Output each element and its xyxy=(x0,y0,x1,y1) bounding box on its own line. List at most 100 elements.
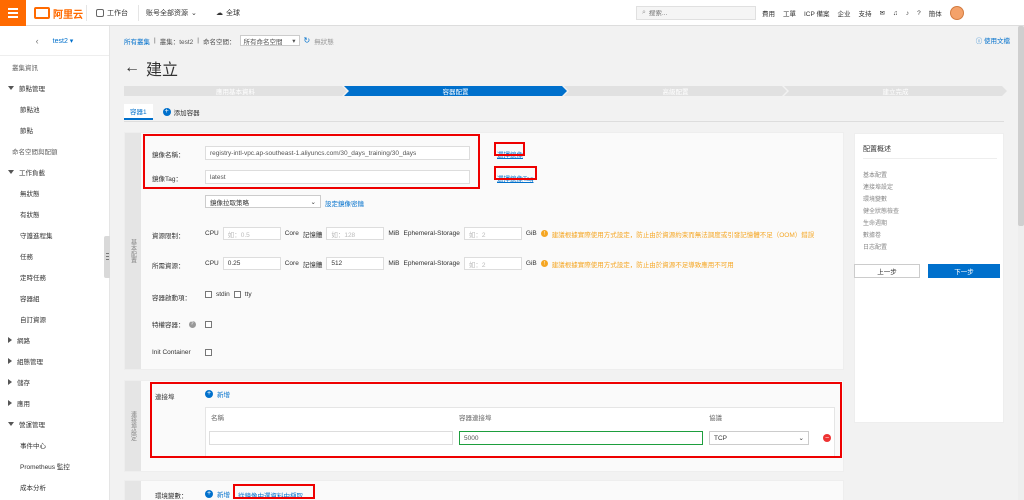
summary-item-health[interactable]: 健全狀態檢查 xyxy=(863,206,899,215)
avatar[interactable] xyxy=(949,6,964,20)
privileged-checkbox[interactable] xyxy=(205,321,212,328)
sidebar-item[interactable]: 守護進程集 xyxy=(0,224,109,245)
bell-icon[interactable]: ♫ xyxy=(893,10,898,17)
summary-item-port[interactable]: 連接埠設定 xyxy=(863,182,893,191)
sidebar-item[interactable]: 網路 xyxy=(0,329,109,350)
search-box[interactable]: ⌕ xyxy=(636,6,756,20)
sidebar-item[interactable]: 成本分析 xyxy=(0,476,109,497)
stdin-checkbox[interactable] xyxy=(205,291,212,298)
help-circle-icon[interactable]: ? xyxy=(188,320,196,328)
namespace-select[interactable]: 所有命名空間 ▾ xyxy=(239,35,300,46)
ticket-link[interactable]: 工單 xyxy=(783,8,796,18)
summary-item-volume[interactable]: 數據卷 xyxy=(863,230,881,239)
sidebar-item-label: 容器組 xyxy=(20,295,40,303)
sidebar-item-label: 應用 xyxy=(17,400,30,408)
notification-icon[interactable]: ♪ xyxy=(906,10,909,17)
next-button[interactable]: 下一步 xyxy=(928,264,1000,278)
tab-container1[interactable]: 容器1 xyxy=(124,104,153,120)
request-eph-input[interactable]: 如：2 xyxy=(463,257,522,270)
sidebar-item-label: 組態管理 xyxy=(17,358,43,366)
globe-icon: ☁ xyxy=(216,10,223,17)
step-container: 容器配置 xyxy=(344,86,567,96)
sidebar-item[interactable]: 節點池 xyxy=(0,98,109,119)
env-side-label xyxy=(125,481,141,500)
sidebar-item[interactable]: 營運管理 xyxy=(0,413,109,434)
startup-options: stdin tty xyxy=(205,291,252,298)
add-env-button[interactable]: + 新增 xyxy=(205,489,230,499)
sidebar-item[interactable]: 工作負載 xyxy=(0,161,109,182)
sidebar-item[interactable]: 無狀態 xyxy=(0,182,109,203)
limit-warning-text: 建議根據實際使用方式設定，防止由於資源約束而無法調度或引發記憶體不足（OOM）錯… xyxy=(551,231,815,239)
sidebar-item[interactable]: 叢集資訊 xyxy=(0,56,109,77)
sidebar-item-label: 守護進程集 xyxy=(20,232,53,240)
fee-link[interactable]: 費用 xyxy=(762,8,775,18)
page-scrollbar[interactable] xyxy=(1018,26,1024,500)
sidebar-item-label: 有狀態 xyxy=(20,211,40,219)
init-container-checkbox[interactable] xyxy=(205,349,212,356)
request-mem-input[interactable]: 512 xyxy=(326,257,385,270)
sidebar-item[interactable]: 應用 xyxy=(0,392,109,413)
account-dropdown[interactable]: 账号全部资源 ⌄ xyxy=(146,0,197,26)
sidebar-nav: 叢集資訊節點管理節點池 節點 命名空間與配額 工作負載 無狀態有狀態守護進程集任務 定時任… xyxy=(0,56,109,497)
sidebar-item-label: 成本分析 xyxy=(20,484,46,492)
sidebar-item[interactable]: 有狀態 xyxy=(0,203,109,224)
sidebar-item[interactable]: 定時任務 xyxy=(0,266,109,287)
sidebar-item-label: 節點管理 xyxy=(19,85,45,93)
summary-item-lifecycle[interactable]: 生命週期 xyxy=(863,218,887,227)
refresh-icon[interactable]: ↻ xyxy=(304,36,311,45)
menu-icon[interactable] xyxy=(0,0,26,26)
breadcrumb-back-link[interactable]: 無狀態 xyxy=(314,36,334,46)
sidebar-item-label: 叢集資訊 xyxy=(12,64,38,72)
support-link[interactable]: 支持 xyxy=(859,8,872,18)
cluster-switcher[interactable]: test2 ▾ xyxy=(53,37,74,45)
caret-right-icon xyxy=(8,399,12,406)
sidebar-item[interactable]: 事件中心 xyxy=(0,434,109,455)
workbench-link[interactable]: 工作台 xyxy=(96,0,128,26)
sidebar-item[interactable]: 組態管理 xyxy=(0,350,109,371)
chevron-down-icon: ⌄ xyxy=(191,10,197,17)
highlight-box-env xyxy=(233,484,315,499)
sidebar-item[interactable]: 節點 xyxy=(0,119,109,140)
enterprise-link[interactable]: 企业 xyxy=(838,8,851,18)
tty-checkbox[interactable] xyxy=(233,291,241,298)
limit-mem-input[interactable]: 如：128 xyxy=(326,227,385,240)
back-arrow-icon[interactable]: ← xyxy=(124,59,140,77)
request-cpu-input[interactable]: 0.25 xyxy=(222,257,281,270)
region-selector[interactable]: ☁ 全球 xyxy=(216,0,240,26)
search-input[interactable] xyxy=(648,9,744,17)
sidebar-item[interactable]: Prometheus 監控 xyxy=(0,455,109,476)
init-container-label: Init Container xyxy=(152,349,191,356)
sidebar-item[interactable]: 命名空間與配額 xyxy=(0,140,109,161)
brand-logo[interactable]: 阿里云 xyxy=(34,6,83,21)
sidebar-item[interactable]: 容器組 xyxy=(0,287,109,308)
breadcrumb-all-clusters[interactable]: 所有叢集 xyxy=(124,36,150,46)
limit-cpu-input[interactable]: 如：0.5 xyxy=(222,227,281,240)
limit-eph-input[interactable]: 如：2 xyxy=(463,227,522,240)
summary-item-log[interactable]: 日志配置 xyxy=(863,242,887,251)
privileged-row: 特權容器： ? xyxy=(152,319,196,329)
pull-secret-link[interactable]: 設定鏡像密鑰 xyxy=(325,198,364,208)
limit-cpu-label: CPU xyxy=(205,230,219,237)
prev-button[interactable]: 上一步 xyxy=(854,264,920,278)
sidebar-item[interactable]: 節點管理 xyxy=(0,77,109,98)
pull-policy-select[interactable]: 鏡像拉取策略 ⌄ xyxy=(205,195,321,208)
summary-item-basic[interactable]: 基本配置 xyxy=(863,170,887,179)
sidebar-item[interactable]: 任務 xyxy=(0,245,109,266)
add-container-button[interactable]: + 添加容器 xyxy=(162,104,200,120)
summary-item-env[interactable]: 環境變數 xyxy=(863,194,887,203)
request-mib-unit: MiB xyxy=(388,260,400,267)
back-arrow-icon[interactable]: ‹ xyxy=(36,36,39,46)
env-panel: 環境變數： + 新增 從鏡像中選資料中擷取 xyxy=(124,480,844,500)
lang-link[interactable]: 簡体 xyxy=(929,8,942,18)
help-doc-link[interactable]: ⓘ 使用文檔 xyxy=(976,35,1010,45)
basic-config-panel: 基本配置 鏡像名稱： registry-intl-vpc.ap-southeas… xyxy=(124,132,844,370)
plus-icon: + xyxy=(205,490,213,498)
step-done: 建立完成 xyxy=(784,86,1007,96)
message-icon[interactable]: ✉ xyxy=(880,9,885,17)
caret-down-icon xyxy=(8,169,14,174)
sidebar-item[interactable]: 自訂資源 xyxy=(0,308,109,329)
sidebar-item[interactable]: 儲存 xyxy=(0,371,109,392)
caret-right-icon xyxy=(8,378,12,385)
icp-link[interactable]: ICP 備案 xyxy=(804,8,830,18)
help-icon[interactable]: ? xyxy=(917,10,921,17)
